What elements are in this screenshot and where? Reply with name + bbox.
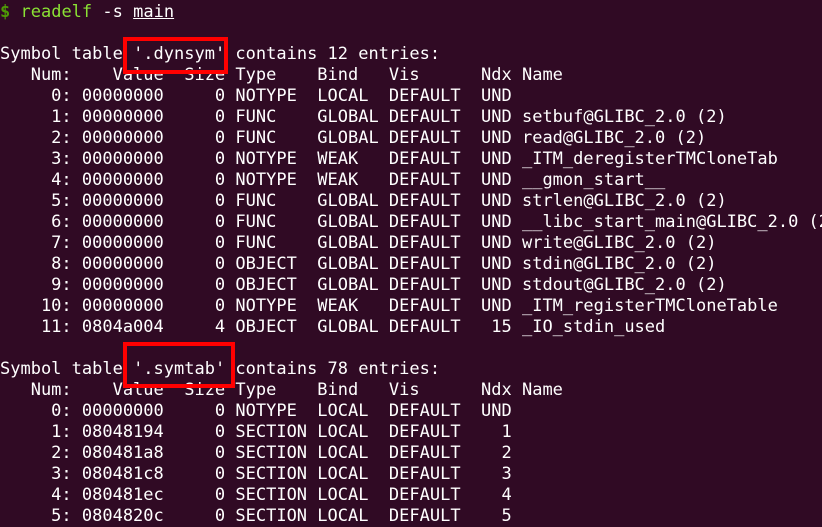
symbol-row: 1: 00000000 0 FUNC GLOBAL DEFAULT UND se… <box>0 107 727 127</box>
terminal-window[interactable]: $ readelf -s main Symbol table '.dynsym'… <box>0 2 822 526</box>
symbol-row: 0: 00000000 0 NOTYPE LOCAL DEFAULT UND <box>0 401 512 421</box>
section-title-prefix: Symbol table <box>0 44 134 64</box>
prompt-symbol: $ <box>0 2 11 22</box>
symbol-row: 3: 00000000 0 NOTYPE WEAK DEFAULT UND _I… <box>0 149 778 169</box>
section-title-suffix: contains 12 entries: <box>225 44 441 64</box>
symbol-row: 9: 00000000 0 OBJECT GLOBAL DEFAULT UND … <box>0 275 727 295</box>
highlight-box-dynsym <box>123 37 228 74</box>
highlight-box-symtab <box>123 342 235 388</box>
symbol-row: 5: 00000000 0 FUNC GLOBAL DEFAULT UND st… <box>0 191 727 211</box>
symbol-row: 2: 00000000 0 FUNC GLOBAL DEFAULT UND re… <box>0 128 707 148</box>
command-flag: -s <box>102 2 123 22</box>
symbol-row: 4: 00000000 0 NOTYPE WEAK DEFAULT UND __… <box>0 170 666 190</box>
symbol-row: 4: 080481ec 0 SECTION LOCAL DEFAULT 4 <box>0 485 512 505</box>
symbol-row: 3: 080481c8 0 SECTION LOCAL DEFAULT 3 <box>0 464 512 484</box>
symbol-row: 0: 00000000 0 NOTYPE LOCAL DEFAULT UND <box>0 86 512 106</box>
symbol-row: 6: 00000000 0 FUNC GLOBAL DEFAULT UND __… <box>0 212 822 232</box>
symbol-row: 11: 0804a004 4 OBJECT GLOBAL DEFAULT 15 … <box>0 317 666 337</box>
command-name: readelf <box>20 2 93 22</box>
section-title-prefix: Symbol table <box>0 359 134 379</box>
section-title-suffix: contains 78 entries: <box>225 359 441 379</box>
command-argument: main <box>133 2 175 22</box>
symbol-row: 10: 00000000 0 NOTYPE WEAK DEFAULT UND _… <box>0 296 778 316</box>
symbol-row: 8: 00000000 0 OBJECT GLOBAL DEFAULT UND … <box>0 254 717 274</box>
symbol-row: 1: 08048194 0 SECTION LOCAL DEFAULT 1 <box>0 422 512 442</box>
symbol-row: 7: 00000000 0 FUNC GLOBAL DEFAULT UND wr… <box>0 233 717 253</box>
symbol-row: 2: 080481a8 0 SECTION LOCAL DEFAULT 2 <box>0 443 512 463</box>
command-line: $ readelf -s main <box>0 2 822 23</box>
